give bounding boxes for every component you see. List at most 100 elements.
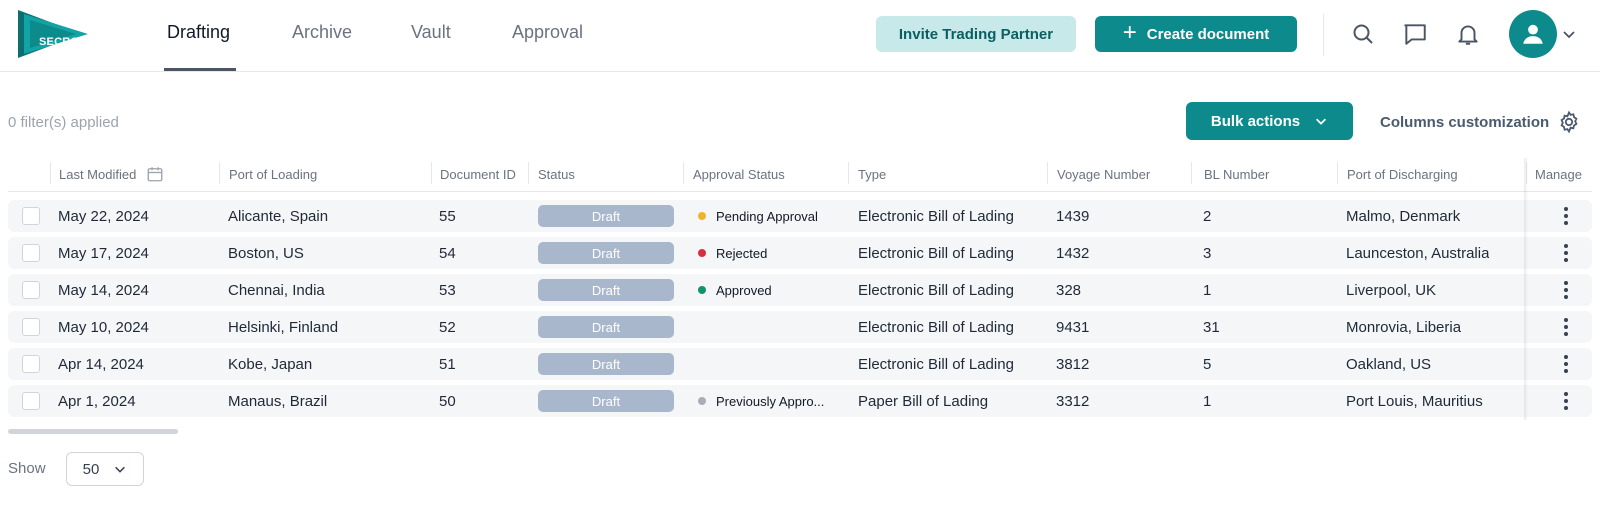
table-row[interactable]: May 10, 2024 Helsinki, Finland 52 Draft …: [8, 311, 1592, 343]
header-approval-status[interactable]: Approval Status: [693, 156, 785, 192]
status-badge: Draft: [538, 316, 674, 338]
page-size-select[interactable]: 50: [66, 452, 144, 486]
column-divider: [528, 162, 529, 184]
cell-port-of-discharging: Oakland, US: [1346, 355, 1432, 373]
row-checkbox[interactable]: [22, 281, 40, 299]
cell-port-of-discharging: Port Louis, Mauritius: [1346, 392, 1483, 410]
columns-customization-button[interactable]: Columns customization: [1380, 110, 1581, 134]
table-row[interactable]: Apr 1, 2024 Manaus, Brazil 50 Draft Prev…: [8, 385, 1592, 417]
cell-type: Electronic Bill of Lading: [858, 318, 1014, 336]
more-options-icon[interactable]: [1556, 391, 1576, 411]
status-badge: Draft: [538, 353, 674, 375]
approval-dot-icon: [698, 249, 706, 257]
more-options-icon[interactable]: [1556, 280, 1576, 300]
header-bl-number[interactable]: BL Number: [1204, 156, 1269, 192]
active-tab-indicator: [164, 68, 236, 71]
cell-last-modified: Apr 1, 2024: [58, 392, 136, 410]
chevron-down-icon: [115, 466, 126, 473]
cell-last-modified: Apr 14, 2024: [58, 355, 144, 373]
cell-type: Electronic Bill of Lading: [858, 281, 1014, 299]
cell-bl-number: 1: [1203, 281, 1212, 299]
chevron-down-icon: [1316, 118, 1327, 125]
cell-port-of-loading: Kobe, Japan: [228, 355, 313, 373]
more-options-icon[interactable]: [1556, 354, 1576, 374]
user-avatar-icon[interactable]: [1509, 10, 1557, 58]
approval-status: Previously Appro...: [698, 385, 824, 417]
tab-archive[interactable]: Archive: [292, 22, 352, 43]
approval-dot-icon: [698, 397, 706, 405]
show-label: Show: [8, 460, 46, 477]
approval-status-label: Rejected: [716, 245, 768, 261]
table-header: Last Modified Port of Loading Document I…: [8, 156, 1592, 192]
approval-status: Pending Approval: [698, 200, 818, 232]
more-options-icon[interactable]: [1556, 206, 1576, 226]
row-checkbox[interactable]: [22, 207, 40, 225]
create-document-button[interactable]: + Create document: [1095, 16, 1297, 52]
header-last-modified[interactable]: Last Modified: [59, 156, 164, 192]
invite-trading-partner-button[interactable]: Invite Trading Partner: [876, 16, 1076, 52]
cell-type: Electronic Bill of Lading: [858, 355, 1014, 373]
status-badge: Draft: [538, 279, 674, 301]
column-divider: [431, 162, 432, 184]
tab-approval[interactable]: Approval: [512, 22, 583, 43]
page-size-value: 50: [82, 460, 100, 478]
approval-status-label: Approved: [716, 282, 772, 298]
more-options-icon[interactable]: [1556, 317, 1576, 337]
table-row[interactable]: May 17, 2024 Boston, US 54 Draft Rejecte…: [8, 237, 1592, 269]
cell-last-modified: May 22, 2024: [58, 207, 149, 225]
cell-voyage-number: 1432: [1056, 244, 1090, 262]
row-checkbox[interactable]: [22, 355, 40, 373]
header-port-of-discharging[interactable]: Port of Discharging: [1347, 156, 1458, 192]
column-divider: [683, 162, 684, 184]
row-checkbox[interactable]: [22, 244, 40, 262]
header-voyage-number[interactable]: Voyage Number: [1057, 156, 1150, 192]
row-checkbox[interactable]: [22, 318, 40, 336]
cell-document-id: 54: [439, 244, 456, 262]
cell-document-id: 51: [439, 355, 456, 373]
cell-port-of-loading: Helsinki, Finland: [228, 318, 339, 336]
cell-voyage-number: 328: [1056, 281, 1082, 299]
cell-bl-number: 1: [1203, 392, 1212, 410]
table-row[interactable]: May 14, 2024 Chennai, India 53 Draft App…: [8, 274, 1592, 306]
tab-drafting[interactable]: Drafting: [167, 22, 230, 43]
cell-document-id: 53: [439, 281, 456, 299]
secro-logo[interactable]: SECRO: [18, 10, 88, 58]
approval-dot-icon: [698, 212, 706, 220]
header-manage: Manage: [1535, 166, 1582, 182]
cell-document-id: 55: [439, 207, 456, 225]
logo-text: SECRO: [39, 36, 80, 48]
header-port-of-loading[interactable]: Port of Loading: [229, 156, 317, 192]
search-icon[interactable]: [1349, 20, 1377, 48]
header-last-modified-label: Last Modified: [59, 166, 137, 182]
columns-customization-label: Columns customization: [1380, 113, 1550, 131]
column-divider: [50, 162, 51, 184]
sticky-column-shadow: [1524, 158, 1528, 420]
bulk-actions-button[interactable]: Bulk actions: [1186, 102, 1353, 140]
header-type[interactable]: Type: [858, 156, 886, 192]
row-checkbox[interactable]: [22, 392, 40, 410]
cell-voyage-number: 3312: [1056, 392, 1090, 410]
status-badge: Draft: [538, 205, 674, 227]
status-badge: Draft: [538, 242, 674, 264]
table-row[interactable]: May 22, 2024 Alicante, Spain 55 Draft Pe…: [8, 200, 1592, 232]
header-status[interactable]: Status: [538, 156, 575, 192]
approval-status: Approved: [698, 274, 772, 306]
approval-status-label: Pending Approval: [716, 208, 818, 224]
horizontal-scrollbar[interactable]: [8, 429, 178, 434]
approval-status-label: Previously Appro...: [716, 393, 825, 409]
filters-applied-text[interactable]: 0 filter(s) applied: [8, 114, 119, 131]
calendar-icon[interactable]: [146, 165, 164, 183]
bell-icon[interactable]: [1454, 20, 1482, 48]
more-options-icon[interactable]: [1556, 243, 1576, 263]
table-row[interactable]: Apr 14, 2024 Kobe, Japan 51 Draft Electr…: [8, 348, 1592, 380]
cell-port-of-loading: Boston, US: [228, 244, 304, 262]
column-divider: [848, 162, 849, 184]
cell-type: Electronic Bill of Lading: [858, 207, 1014, 225]
chevron-down-icon[interactable]: [1561, 26, 1577, 47]
header-document-id[interactable]: Document ID: [440, 156, 516, 192]
tab-vault[interactable]: Vault: [411, 22, 451, 43]
approval-dot-icon: [698, 286, 706, 294]
chat-icon[interactable]: [1401, 20, 1429, 48]
cell-last-modified: May 14, 2024: [58, 281, 149, 299]
cell-document-id: 52: [439, 318, 456, 336]
